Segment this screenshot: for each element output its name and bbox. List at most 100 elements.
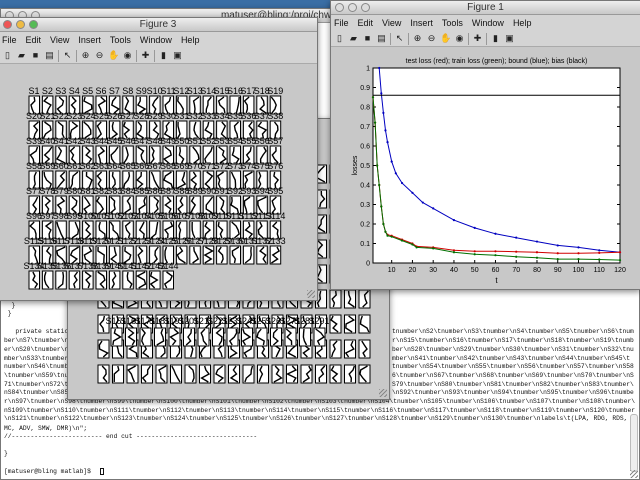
toolbar-separator <box>76 49 77 62</box>
menu-help[interactable]: Help <box>181 32 200 48</box>
data-cursor-icon[interactable]: ✚ <box>140 50 151 61</box>
panel-label: S57 <box>267 136 283 146</box>
data-point <box>535 240 539 243</box>
menu-view[interactable]: View <box>382 15 401 31</box>
data-point <box>373 121 377 124</box>
data-point <box>515 236 518 239</box>
y-tick-label: 0.2 <box>360 222 370 229</box>
menu-bar: File Edit View Insert Tools Window Help <box>0 32 317 48</box>
new-file-icon[interactable]: ▯ <box>2 50 13 61</box>
colorbar-icon[interactable]: ▮ <box>490 33 501 44</box>
y-tick-label: 0.5 <box>360 163 370 170</box>
terminal-line: } <box>4 450 8 457</box>
legend-icon[interactable]: ▣ <box>172 50 183 61</box>
y-tick-label: 0.7 <box>360 124 370 131</box>
data-point <box>386 141 389 144</box>
minimize-button[interactable] <box>16 20 25 29</box>
menu-tools[interactable]: Tools <box>442 15 463 31</box>
print-icon[interactable]: ▤ <box>44 50 55 61</box>
figure-3-title-bar: Figure 3 <box>0 18 317 32</box>
print-icon[interactable]: ▤ <box>376 33 387 44</box>
menu-help[interactable]: Help <box>513 15 532 31</box>
save-icon[interactable]: ■ <box>30 50 41 61</box>
open-folder-icon[interactable]: ▰ <box>348 33 359 44</box>
menu-tools[interactable]: Tools <box>110 32 131 48</box>
data-point <box>376 164 379 167</box>
menu-file[interactable]: File <box>334 15 349 31</box>
terminal-line: mber\nS41\tnumber\nS42\tnumber\nS43\tnum… <box>392 355 631 362</box>
menu-edit[interactable]: Edit <box>26 32 42 48</box>
new-file-icon[interactable]: ▯ <box>334 33 345 44</box>
close-button[interactable] <box>3 20 12 29</box>
terminal-line: tnumber\nS2\tnumber\nS3\tnumber\nS4\tnum… <box>392 328 634 335</box>
resize-grip[interactable] <box>630 470 638 478</box>
data-point <box>577 246 580 249</box>
toolbar-separator <box>58 49 59 62</box>
menu-view[interactable]: View <box>50 32 69 48</box>
zoom-out-icon[interactable]: ⊖ <box>426 33 437 44</box>
rotate-icon[interactable]: ◉ <box>122 50 133 61</box>
data-point <box>415 246 418 249</box>
save-icon[interactable]: ■ <box>362 33 373 44</box>
menu-file[interactable]: File <box>2 32 17 48</box>
menu-insert[interactable]: Insert <box>410 15 433 31</box>
terminal-line: //------------------------ end cut -----… <box>4 433 258 440</box>
pan-hand-icon[interactable]: ✋ <box>108 50 119 61</box>
terminal-line: r\nS15\tnumber\nS16\tnumber\nS17\tnumber… <box>392 337 634 344</box>
rotate-icon[interactable]: ◉ <box>454 33 465 44</box>
menu-edit[interactable]: Edit <box>358 15 374 31</box>
x-axis-label: t <box>495 276 498 285</box>
data-point <box>535 256 539 259</box>
zoom-in-icon[interactable]: ⊕ <box>80 50 91 61</box>
x-tick-label: 60 <box>492 267 500 274</box>
close-button[interactable] <box>335 3 344 12</box>
data-point <box>452 249 456 252</box>
open-folder-icon[interactable]: ▰ <box>16 50 27 61</box>
terminal-line: ber\nS7\tnumber\nS <box>4 337 73 344</box>
menu-window[interactable]: Window <box>472 15 504 31</box>
data-point <box>452 219 456 222</box>
resize-grip[interactable] <box>379 389 387 397</box>
chart-title: test loss (red); train loss (green); bou… <box>406 58 588 65</box>
toolbar-separator <box>486 32 487 45</box>
data-point <box>411 243 414 246</box>
terminal-scrollbar[interactable] <box>630 414 638 472</box>
digit-panel <box>242 245 255 265</box>
data-point <box>411 191 414 194</box>
colorbar-icon[interactable]: ▮ <box>158 50 169 61</box>
menu-insert[interactable]: Insert <box>78 32 101 48</box>
zoom-in-icon[interactable]: ⊕ <box>412 33 423 44</box>
zoom-out-icon[interactable]: ⊖ <box>94 50 105 61</box>
panel-label: S2 <box>42 86 53 96</box>
data-point <box>556 258 559 261</box>
panel-label: S95 <box>267 186 283 196</box>
legend-icon[interactable]: ▣ <box>504 33 515 44</box>
resize-grip[interactable] <box>307 290 315 298</box>
terminal-line: } <box>4 310 12 317</box>
data-point <box>494 232 497 235</box>
terminal-line: 71\tnumber\nS72\t <box>4 381 69 388</box>
data-point <box>556 252 559 255</box>
toolbar-separator <box>390 32 391 45</box>
data-point <box>473 253 476 256</box>
panel-label: S76 <box>267 161 283 171</box>
zoom-button[interactable] <box>361 3 370 12</box>
terminal-line: tnumber\nS54\tnumber\nS55\tnumber\nS56\t… <box>392 363 634 370</box>
data-point <box>515 250 518 253</box>
x-tick-label: 90 <box>554 267 562 274</box>
pan-hand-icon[interactable]: ✋ <box>440 33 451 44</box>
y-tick-label: 0.8 <box>360 105 370 112</box>
figure-1-window: Figure 1 File Edit View Insert Tools Window He… <box>330 0 640 290</box>
panel-label: S38 <box>267 111 283 121</box>
menu-window[interactable]: Window <box>140 32 172 48</box>
zoom-button[interactable] <box>29 20 38 29</box>
data-point <box>494 254 497 257</box>
x-tick-label: 50 <box>471 267 479 274</box>
pointer-icon[interactable]: ↖ <box>394 33 405 44</box>
panel-label: S6 <box>95 86 106 96</box>
minimize-button[interactable] <box>348 3 357 12</box>
pointer-icon[interactable]: ↖ <box>62 50 73 61</box>
terminal-line: nS109\tnumber\nS110\tnumber\nS111\tnumbe… <box>4 407 636 414</box>
data-point <box>577 252 580 255</box>
data-cursor-icon[interactable]: ✚ <box>472 33 483 44</box>
